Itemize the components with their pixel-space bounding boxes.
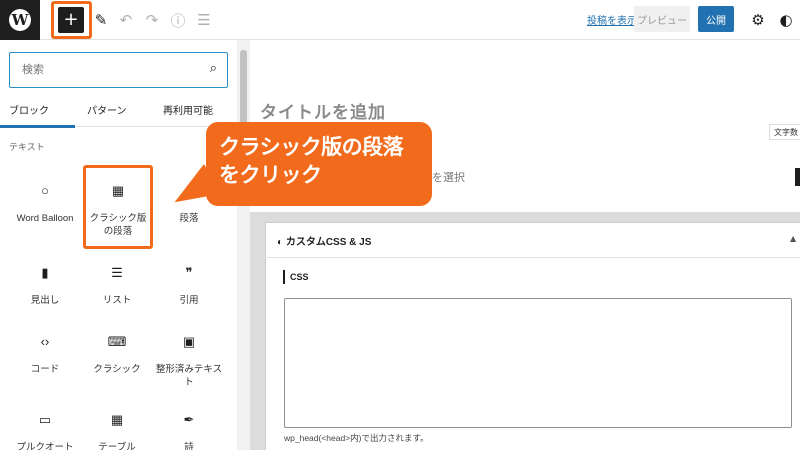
pullquote-icon: ▭ (38, 412, 52, 427)
tab-blocks[interactable]: ブロック (0, 97, 75, 128)
block-toolbar-edge (795, 168, 800, 186)
wordpress-logo-mark: W (9, 9, 31, 31)
tab-patterns[interactable]: パターン (87, 97, 127, 127)
post-title-placeholder[interactable]: タイトルを追加 (260, 98, 386, 123)
publish-button[interactable]: 公開 (698, 6, 734, 32)
info-icon[interactable]: ⓘ (168, 0, 188, 40)
outline-list-icon[interactable]: ☰ (194, 0, 214, 40)
redo-icon[interactable]: ↷ (142, 0, 162, 40)
block-item-code[interactable]: ‹› コード (9, 333, 81, 376)
speech-bubble-icon: ○ (41, 183, 49, 198)
search-icon: ⌕ (209, 61, 217, 76)
callout-line-2: をクリック (219, 163, 322, 188)
code-icon: ‹› (40, 334, 50, 349)
block-item-preformatted[interactable]: ▣ 整形済みテキスト (153, 333, 225, 390)
editor-screen: W + ✎ ↶ ↷ ⓘ ☰ 投稿を表示 プレビュー 公開 ⚙ ◐ ⌕ ブロック … (0, 0, 800, 450)
block-item-word-balloon[interactable]: ○ Word Balloon (9, 182, 81, 225)
preformatted-icon: ▣ (182, 334, 196, 349)
css-output-note: wp_head(<head>内)で出力されます。 (284, 433, 429, 443)
bookmark-heading-icon: ▮ (41, 265, 49, 280)
block-item-verse[interactable]: ✒ 詩 (153, 411, 225, 450)
instruction-callout: クラシック版の段落 をクリック (206, 122, 432, 206)
top-toolbar: W + ✎ ↶ ↷ ⓘ ☰ 投稿を表示 プレビュー 公開 ⚙ ◐ (0, 0, 800, 40)
keyboard-icon: ⌨ (107, 334, 127, 349)
custom-css-textarea[interactable] (284, 298, 792, 428)
classic-paragraph-highlight (83, 165, 153, 249)
quote-icon: ❞ (185, 265, 193, 280)
jetpack-icon[interactable]: ◐ (776, 0, 796, 40)
block-item-heading[interactable]: ▮ 見出し (9, 264, 81, 307)
block-item-classic[interactable]: ⌨ クラシック (81, 333, 153, 376)
inserter-tabs: ブロック パターン 再利用可能 (0, 97, 237, 128)
category-label: テキスト (9, 142, 45, 152)
wordpress-logo[interactable]: W (0, 0, 40, 40)
metabox-title: ◐ カスタムCSS & JS (277, 237, 372, 248)
undo-icon[interactable]: ↶ (116, 0, 136, 40)
block-search-box: ⌕ (9, 52, 228, 88)
preview-button[interactable]: プレビュー (634, 6, 690, 32)
word-count-badge: 文字数 (769, 124, 800, 140)
block-select-hint: を選択 (432, 172, 465, 184)
verse-pen-icon: ✒ (183, 412, 195, 427)
block-item-quote[interactable]: ❞ 引用 (153, 264, 225, 307)
list-icon: ☰ (111, 265, 123, 280)
tools-pen-icon[interactable]: ✎ (92, 0, 110, 40)
block-item-table[interactable]: ▦ テーブル (81, 411, 153, 450)
settings-gear-icon[interactable]: ⚙ (748, 0, 768, 40)
callout-line-1: クラシック版の段落 (219, 135, 404, 159)
inserter-highlight (51, 1, 92, 39)
tab-reusable[interactable]: 再利用可能 (163, 97, 213, 127)
jetpack-small-icon: ◐ (277, 237, 284, 248)
block-item-pullquote[interactable]: ▭ プルクオート (9, 411, 81, 450)
collapse-arrow-icon[interactable]: ▲ (790, 234, 796, 243)
block-search-input[interactable] (22, 61, 192, 79)
css-field-label: CSS (283, 270, 309, 284)
view-post-link[interactable]: 投稿を表示 (587, 12, 637, 27)
table-icon: ▦ (110, 412, 124, 427)
block-item-list[interactable]: ☰ リスト (81, 264, 153, 307)
